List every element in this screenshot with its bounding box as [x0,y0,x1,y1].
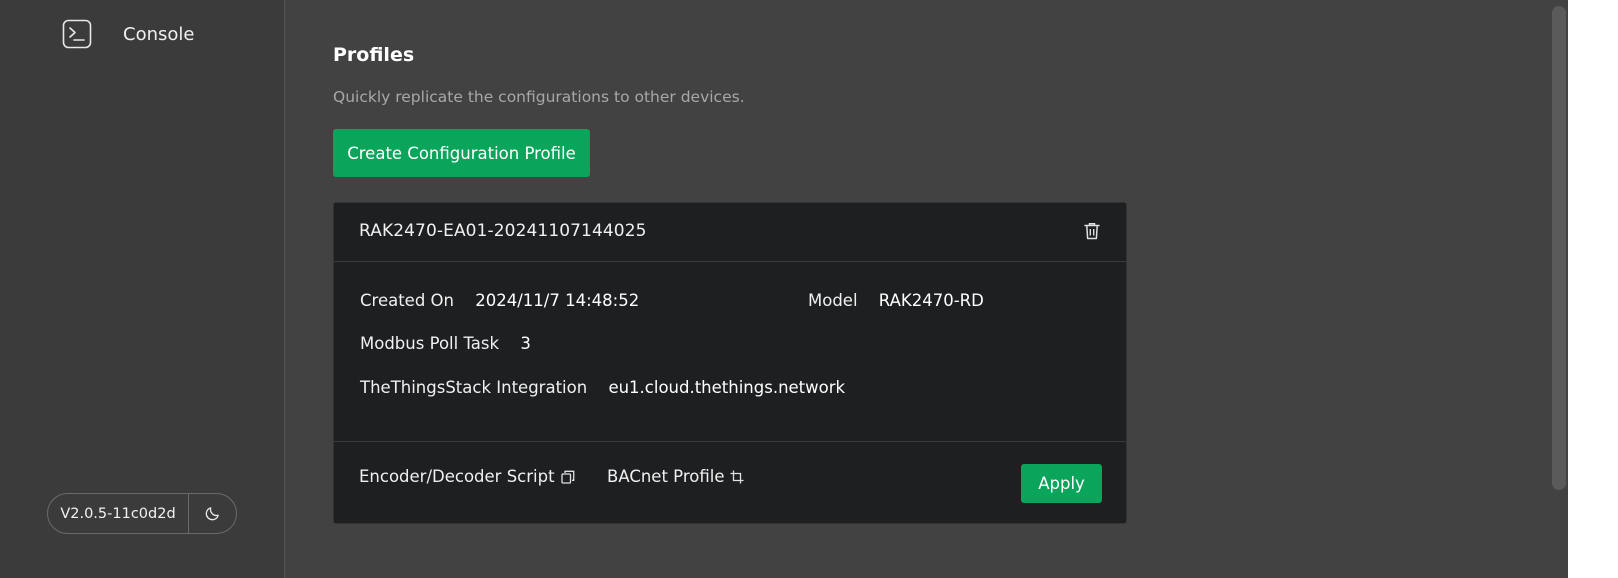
version-pill: V2.0.5-11c0d2d [47,493,237,534]
main-content: Profiles Quickly replicate the configura… [286,0,1550,578]
bacnet-profile-label: BACnet Profile [607,467,725,486]
created-on-label: Created On [360,291,454,310]
theme-toggle-button[interactable] [189,494,236,533]
encoder-decoder-script-link[interactable]: Encoder/Decoder Script [359,467,575,486]
page-subtitle: Quickly replicate the configurations to … [333,88,745,106]
model-field: Model RAK2470-RD [808,291,984,310]
sidebar-item-console[interactable]: Console [62,18,194,50]
window-edge [1568,0,1618,578]
integration-field: TheThingsStack Integration eu1.cloud.the… [360,378,845,397]
bacnet-profile-link[interactable]: BACnet Profile [607,467,744,486]
apply-button[interactable]: Apply [1021,464,1102,503]
integration-label: TheThingsStack Integration [360,378,588,397]
delete-profile-button[interactable] [1082,221,1102,241]
created-on-field: Created On 2024/11/7 14:48:52 [360,291,639,310]
created-on-value: 2024/11/7 14:48:52 [475,291,640,310]
version-label: V2.0.5-11c0d2d [60,505,176,522]
terminal-icon [62,19,92,49]
page-title: Profiles [333,44,415,66]
copy-icon [560,470,574,484]
model-value: RAK2470-RD [878,291,984,310]
card-divider [334,441,1126,442]
scrollbar-thumb[interactable] [1552,6,1566,490]
model-label: Model [808,291,858,310]
profile-name: RAK2470-EA01-20241107144025 [359,221,647,241]
trash-icon [1084,223,1100,240]
integration-value: eu1.cloud.thethings.network [608,378,846,397]
modbus-poll-task-label: Modbus Poll Task [360,334,500,353]
moon-icon [205,507,219,521]
crop-icon [730,470,744,483]
profile-card-header: RAK2470-EA01-20241107144025 [334,203,1126,262]
create-configuration-profile-button[interactable]: Create Configuration Profile [333,129,590,177]
sidebar-item-label: Console [123,23,195,45]
encoder-decoder-script-label: Encoder/Decoder Script [359,467,555,486]
modbus-poll-task-value: 3 [520,334,531,353]
sidebar: Console V2.0.5-11c0d2d [0,0,285,578]
modbus-poll-task-field: Modbus Poll Task 3 [360,334,531,353]
profile-card: RAK2470-EA01-20241107144025 Created On 2… [333,202,1127,524]
